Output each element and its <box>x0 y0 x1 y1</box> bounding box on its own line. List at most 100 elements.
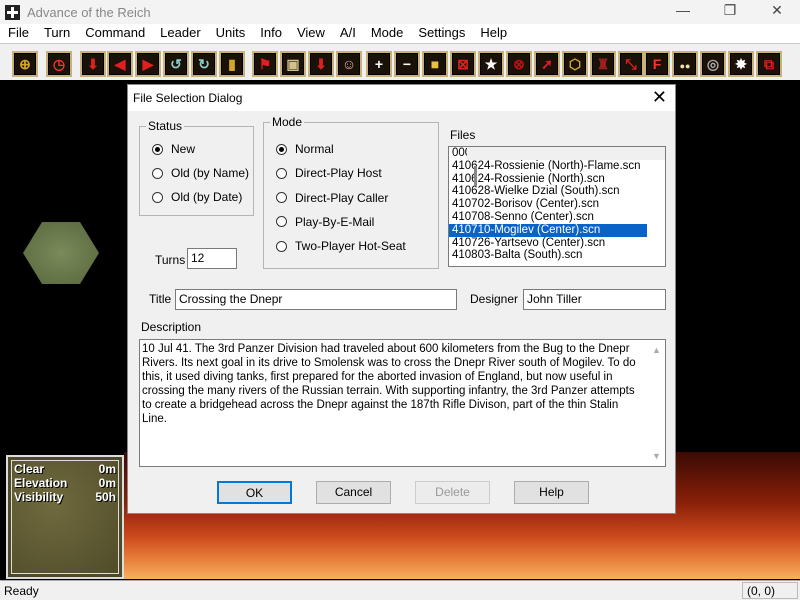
flag-button[interactable]: ⚑ <box>252 51 278 77</box>
flag-icon: ⚑ <box>258 56 272 72</box>
menu-mode[interactable]: Mode <box>363 24 411 43</box>
file-item[interactable]: 410708-Senno (Center).scn <box>449 211 647 224</box>
file-item[interactable]: 410726-Yartsevo (Center).scn <box>449 237 647 250</box>
ammo-button[interactable]: ▮ <box>219 51 245 77</box>
coords-readout: (0, 0) <box>742 582 798 599</box>
radio-old-by-name[interactable]: Old (by Name) <box>152 166 249 180</box>
fire-button[interactable]: F <box>644 51 670 77</box>
menu-file[interactable]: File <box>0 24 36 43</box>
card-button[interactable]: ⊠ <box>450 51 476 77</box>
status-group: Status New Old (by Name) Old (by Date) <box>139 119 254 216</box>
status-bar: Ready (0, 0) <box>0 580 800 600</box>
radio-play-by-e-mail[interactable]: Play-By-E-Mail <box>276 215 374 229</box>
file-item[interactable]: 410710-Mogilev (Center).scn <box>449 223 647 237</box>
menu-help[interactable]: Help <box>472 24 514 43</box>
radio-indicator[interactable] <box>152 167 163 179</box>
file-item[interactable]: 410803-Balta (South).scn <box>449 249 647 262</box>
radio-indicator[interactable] <box>152 143 163 155</box>
radio-label: Direct-Play Caller <box>295 190 389 205</box>
terrain-row: Clear 0m <box>14 462 116 476</box>
menu-turn[interactable]: Turn <box>36 24 77 43</box>
flare-button[interactable]: ✸ <box>728 51 754 77</box>
radio-old-by-date[interactable]: Old (by Date) <box>152 190 242 204</box>
menu-view[interactable]: View <box>289 24 332 43</box>
files-scrollbar[interactable] <box>467 147 665 186</box>
radio-direct-play-host[interactable]: Direct-Play Host <box>276 166 382 180</box>
radio-label: Two-Player Hot-Seat <box>295 239 406 254</box>
designer-input[interactable]: John Tiller <box>523 289 666 310</box>
unload-button[interactable]: ⬇ <box>80 51 106 77</box>
file-item[interactable]: 410624-Rossienie (North).scn <box>449 173 647 186</box>
flare-icon: ✸ <box>735 56 747 72</box>
star-button[interactable]: ★ <box>478 51 504 77</box>
cancel-button[interactable]: Cancel <box>316 481 391 504</box>
unit-map-button[interactable]: ♜ <box>590 51 616 77</box>
square-button[interactable]: ■ <box>422 51 448 77</box>
rotate-right-button[interactable]: ↻ <box>191 51 217 77</box>
radio-indicator[interactable] <box>276 216 287 228</box>
radio-indicator[interactable] <box>276 167 287 179</box>
menu-units[interactable]: Units <box>208 24 253 43</box>
files-list[interactable]: 000000-Started.scn410624-Rossienie (Nort… <box>448 146 666 267</box>
zoom-out-icon: − <box>402 56 412 72</box>
map-hex[interactable] <box>23 222 99 284</box>
radio-indicator[interactable] <box>276 192 287 204</box>
description-text: 10 Jul 41. The 3rd Panzer Division had t… <box>142 343 636 425</box>
map-arrow-button[interactable]: ⬇ <box>308 51 334 77</box>
radio-normal[interactable]: Normal <box>276 142 334 156</box>
radio-two-player-hot-seat[interactable]: Two-Player Hot-Seat <box>276 239 406 253</box>
turns-label: Turns <box>155 253 186 267</box>
square-icon: ■ <box>430 56 440 72</box>
clock-button[interactable]: ◷ <box>46 51 72 77</box>
file-item[interactable]: 410702-Borisov (Center).scn <box>449 198 647 211</box>
dialog-close-button[interactable]: ✕ <box>652 87 667 108</box>
hexagon-icon: ⬡ <box>568 56 582 72</box>
description-scrollbar[interactable]: ▲ ▼ <box>648 340 665 466</box>
crosshair-button[interactable]: ⊕ <box>12 51 38 77</box>
exit-left-icon: ◀ <box>114 56 126 72</box>
radio-label: Direct-Play Host <box>295 166 382 181</box>
zoom-out-button[interactable]: − <box>394 51 420 77</box>
menu-command[interactable]: Command <box>77 24 152 43</box>
close-button[interactable]: ✕ <box>754 2 800 22</box>
hexagon-button[interactable]: ⬡ <box>562 51 588 77</box>
zoom-in-button[interactable]: + <box>366 51 392 77</box>
delete-button[interactable]: Delete <box>415 481 490 504</box>
title-input[interactable]: Crossing the Dnepr <box>175 289 457 310</box>
radio-new[interactable]: New <box>152 142 195 156</box>
title-label: Title <box>149 292 172 306</box>
ok-button[interactable]: OK <box>217 481 292 504</box>
exit-right-button[interactable]: ▶ <box>135 51 161 77</box>
fire-icon: F <box>652 56 662 72</box>
help-button[interactable]: Help <box>514 481 589 504</box>
radio-button[interactable]: ▣ <box>280 51 306 77</box>
radio-direct-play-caller[interactable]: Direct-Play Caller <box>276 191 388 205</box>
radio-indicator[interactable] <box>276 143 287 155</box>
restore-button[interactable]: ❐ <box>707 2 753 22</box>
dialog-title-bar: File Selection Dialog ✕ <box>128 85 675 111</box>
description-textarea[interactable]: 10 Jul 41. The 3rd Panzer Division had t… <box>139 339 666 467</box>
star-icon: ★ <box>484 56 498 72</box>
turns-input[interactable]: 12 <box>187 248 237 269</box>
menu-info[interactable]: Info <box>252 24 289 43</box>
connect-button[interactable]: ⤡ <box>618 51 644 77</box>
rotate-left-button[interactable]: ↺ <box>163 51 189 77</box>
menu-settings[interactable]: Settings <box>410 24 472 43</box>
file-item[interactable]: 410624-Rossienie (North)-Flame.scn <box>449 160 647 173</box>
radio-indicator[interactable] <box>276 240 287 252</box>
file-item[interactable]: 410628-Wielke Dzial (South).scn <box>449 185 647 198</box>
exit-left-button[interactable]: ◀ <box>107 51 133 77</box>
crosshair-icon: ⊕ <box>19 56 31 72</box>
binoculars-button[interactable]: ●● <box>672 51 698 77</box>
windows-button[interactable]: ⧉ <box>756 51 782 77</box>
speaker-button[interactable]: ◎ <box>700 51 726 77</box>
menu-leader[interactable]: Leader <box>152 24 207 43</box>
leader-portrait-button[interactable]: ☺ <box>336 51 362 77</box>
radio-indicator[interactable] <box>152 191 163 203</box>
red-arrow-button[interactable]: ➚ <box>534 51 560 77</box>
target-button[interactable]: ⊗ <box>506 51 532 77</box>
red-arrow-icon: ➚ <box>541 56 553 72</box>
radio-icon: ▣ <box>286 56 300 72</box>
menu-ai[interactable]: A/I <box>332 24 363 43</box>
minimize-button[interactable]: — <box>660 2 706 22</box>
